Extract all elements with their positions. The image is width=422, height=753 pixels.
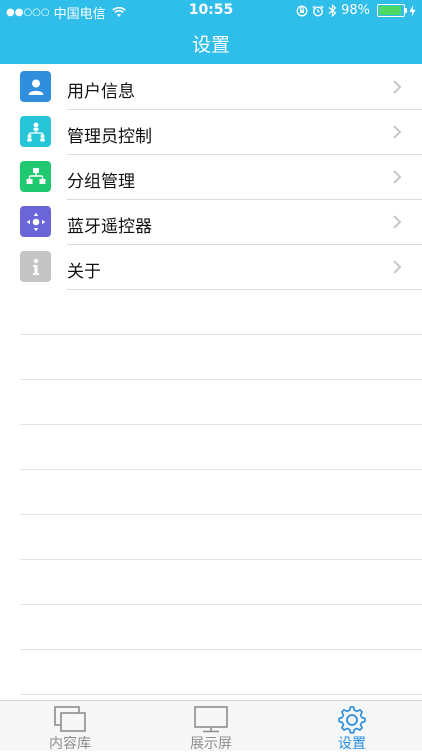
display-screen-icon (194, 706, 228, 733)
settings-item-label: 用户信息 (67, 82, 135, 102)
tab-settings[interactable]: 设置 (282, 701, 422, 752)
divider (20, 649, 422, 650)
gear-icon (338, 706, 366, 734)
divider (20, 334, 422, 335)
battery-icon (377, 4, 407, 17)
divider (20, 424, 422, 425)
tab-label: 设置 (338, 736, 366, 752)
tab-label: 内容库 (49, 736, 91, 752)
settings-item-about[interactable]: 关于 (0, 245, 422, 290)
divider (20, 379, 422, 380)
charging-icon (409, 4, 416, 17)
page-title: 设置 (191, 34, 230, 56)
info-icon (20, 251, 51, 282)
tab-label: 展示屏 (190, 736, 232, 752)
tab-display-screen[interactable]: 展示屏 (141, 701, 281, 752)
alarm-icon (312, 5, 324, 17)
status-right: 98% (296, 3, 416, 18)
settings-item-label: 蓝牙遥控器 (67, 217, 152, 237)
chevron-right-icon (393, 125, 402, 139)
settings-item-bluetooth-remote[interactable]: 蓝牙遥控器 (0, 200, 422, 245)
divider (20, 514, 422, 515)
settings-list: 用户信息 管理员控制 分组管理 蓝牙遥控器 关于 (0, 65, 422, 290)
settings-item-label: 管理员控制 (67, 127, 152, 147)
admin-hierarchy-icon (20, 116, 51, 147)
settings-item-label: 关于 (67, 262, 101, 282)
status-bar: ●●○○○ 中国电信 10:55 98% (0, 0, 422, 22)
battery-level (379, 6, 401, 15)
battery-percent: 98% (341, 3, 370, 18)
divider (20, 694, 422, 695)
chevron-right-icon (393, 80, 402, 94)
chevron-right-icon (393, 260, 402, 274)
settings-item-label: 分组管理 (67, 172, 135, 192)
user-icon (20, 71, 51, 102)
divider (67, 289, 422, 290)
remote-control-icon (20, 206, 51, 237)
group-icon (20, 161, 51, 192)
settings-item-admin-control[interactable]: 管理员控制 (0, 110, 422, 155)
bluetooth-icon (328, 4, 337, 17)
chevron-right-icon (393, 215, 402, 229)
divider (20, 604, 422, 605)
tab-bar: 内容库 展示屏 设置 (0, 700, 422, 752)
content-library-icon (54, 706, 86, 732)
rotation-lock-icon (296, 5, 308, 16)
header: ●●○○○ 中国电信 10:55 98% 设置 (0, 0, 422, 64)
divider (20, 559, 422, 560)
chevron-right-icon (393, 170, 402, 184)
divider (20, 469, 422, 470)
settings-item-user-info[interactable]: 用户信息 (0, 65, 422, 110)
settings-item-group-management[interactable]: 分组管理 (0, 155, 422, 200)
tab-content-library[interactable]: 内容库 (0, 701, 140, 752)
